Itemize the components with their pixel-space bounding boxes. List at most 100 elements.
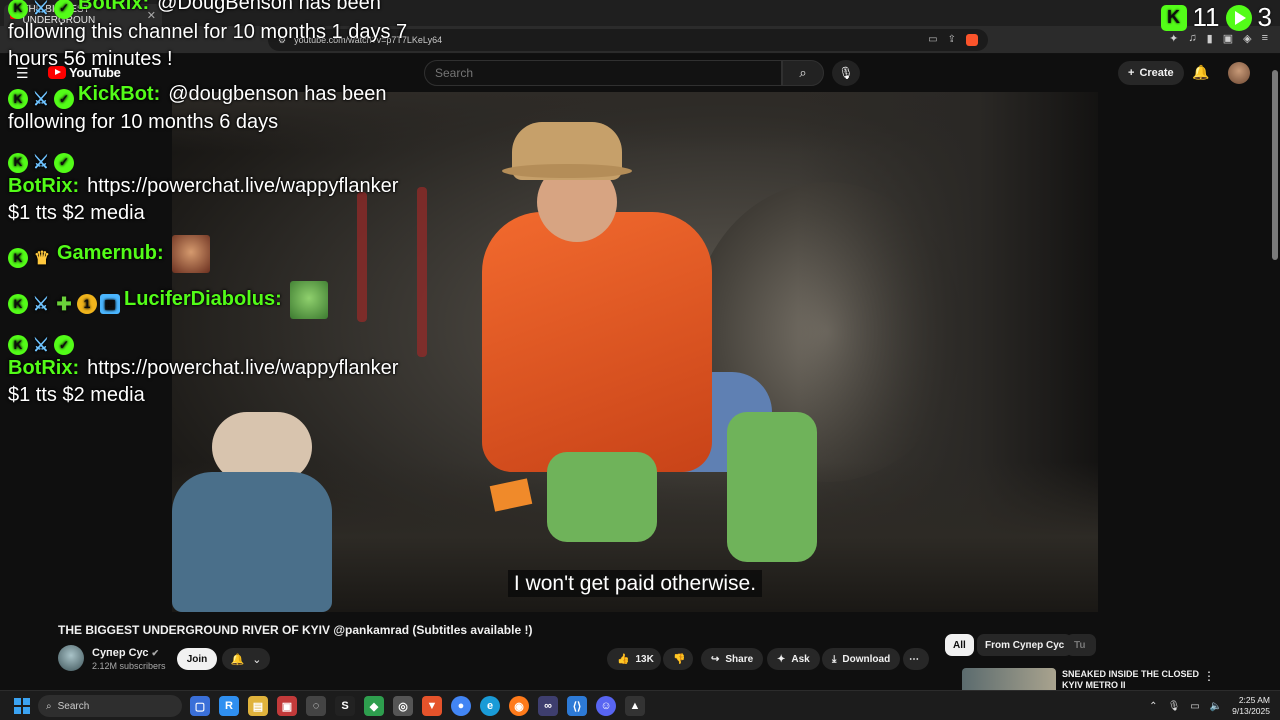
brave-shield-icon[interactable]: [966, 34, 978, 46]
ask-label: Ask: [791, 653, 810, 665]
chip-from-channel[interactable]: From Супер Сус: [977, 634, 1073, 656]
sword-badge-icon: ⚔: [32, 334, 50, 355]
channel-name-row[interactable]: Супер Сус ✔: [92, 647, 159, 659]
chat-username: BotRix:: [8, 174, 80, 197]
verified-badge-icon: ✓: [54, 0, 74, 19]
subscriber-badge-icon: 1: [77, 294, 97, 315]
system-clock[interactable]: 2:25 AM 9/13/2025: [1232, 695, 1270, 717]
scrollbar-thumb[interactable]: [1272, 70, 1278, 260]
more-icon: ⋯: [909, 653, 919, 665]
page-scrollbar[interactable]: [1270, 62, 1280, 690]
chip-all[interactable]: All: [945, 634, 974, 656]
app-icon[interactable]: R: [219, 696, 239, 716]
app-icon[interactable]: ▲: [625, 696, 645, 716]
create-button[interactable]: + Create: [1118, 61, 1184, 85]
notifications-bell-icon[interactable]: 🔔: [1192, 64, 1209, 81]
gem-badge-icon: ✚: [56, 293, 72, 314]
voice-search-button[interactable]: 🎙: [832, 60, 860, 86]
recommended-title[interactable]: SNEAKED INSIDE THE CLOSED KYIV METRO II: [1062, 669, 1202, 690]
more-actions-button[interactable]: ⋯: [903, 648, 929, 670]
app-icon[interactable]: S: [335, 696, 355, 716]
like-button[interactable]: 👍 13K: [607, 648, 661, 670]
sword-badge-icon: ⚔: [32, 88, 50, 109]
chip-more[interactable]: Tu: [1066, 634, 1096, 656]
emote-image: [171, 234, 210, 273]
taskbar-search[interactable]: ⌕ Search: [38, 695, 182, 717]
video-scene-boot: [727, 412, 817, 562]
vpn-icon[interactable]: ◈: [1243, 32, 1251, 45]
verified-badge-icon: ✓: [54, 89, 74, 109]
sword-badge-icon: ⚔: [32, 152, 50, 172]
graffiti-mark: [417, 187, 427, 357]
vscode-icon[interactable]: ⟨⟩: [567, 696, 587, 716]
dislike-button[interactable]: 👎: [663, 648, 693, 670]
firefox-icon[interactable]: ◉: [509, 696, 529, 716]
chat-username: BotRix:: [8, 357, 80, 379]
kick-badge-icon: K: [8, 294, 28, 315]
brave-browser-icon[interactable]: ▼: [422, 696, 442, 716]
chat-username: LuciferDiabolus:: [124, 287, 282, 310]
chat-message: K ⚔ ✓ KickBot: @dougbenson has been followin…: [8, 81, 408, 137]
wallet-icon[interactable]: ▣: [1223, 32, 1233, 45]
video-scene-hat-brim: [502, 164, 632, 178]
verified-badge-icon: ✓: [54, 335, 74, 355]
channel-name: Супер Сус: [92, 647, 149, 659]
chevron-up-icon[interactable]: ⌃: [1149, 701, 1157, 712]
windows-start-icon[interactable]: [14, 698, 30, 714]
kick-badge-icon: K: [8, 0, 28, 19]
download-label: Download: [842, 653, 891, 665]
app-icon[interactable]: ∞: [538, 696, 558, 716]
edge-icon[interactable]: e: [480, 696, 500, 716]
recommended-more-icon[interactable]: ⋮: [1203, 669, 1215, 683]
join-button[interactable]: Join: [177, 648, 217, 670]
app-icon[interactable]: ▣: [277, 696, 297, 716]
sword-badge-icon: ⚔: [32, 0, 50, 18]
windows-taskbar: ⌕ Search ▢ R ▤ ▣ ◌ S ◆ ◎ ▼ ● e ◉ ∞ ⟨⟩ ☺ …: [0, 690, 1280, 720]
sidebar-icon[interactable]: ▮: [1207, 32, 1213, 45]
clock-date: 9/13/2025: [1232, 706, 1270, 716]
volume-icon[interactable]: 🔈: [1210, 701, 1222, 712]
search-button[interactable]: ⌕: [782, 60, 824, 86]
music-icon[interactable]: ♫: [1188, 32, 1196, 45]
share-button[interactable]: ↪ Share: [701, 648, 764, 670]
network-icon[interactable]: ▭: [1190, 701, 1199, 712]
kick-badge-icon: K: [8, 152, 28, 173]
file-explorer-icon[interactable]: ▤: [248, 696, 268, 716]
video-subtitle: I won't get paid otherwise.: [172, 570, 1098, 597]
ask-button[interactable]: ✦ Ask: [767, 648, 820, 670]
account-avatar[interactable]: [1228, 62, 1250, 84]
chat-username: BotRix:: [78, 0, 150, 14]
download-button[interactable]: ⤓ Download: [822, 648, 901, 670]
share-icon: ↪: [711, 653, 720, 665]
screen: THE BIGGEST UNDERGROUN ✕ ⚙ youtube.com/w…: [0, 0, 1280, 720]
app-icon[interactable]: ◆: [364, 696, 384, 716]
app-icon[interactable]: ◌: [306, 696, 326, 716]
clock-time: 2:25 AM: [1238, 695, 1270, 705]
share-page-icon[interactable]: ⇪: [948, 34, 956, 46]
recommended-thumbnail[interactable]: [962, 668, 1056, 690]
discord-icon[interactable]: ☺: [596, 696, 616, 716]
crown-badge-icon: ♛: [33, 247, 51, 268]
task-view-icon[interactable]: ▢: [190, 696, 210, 716]
app-icon[interactable]: ◎: [393, 696, 413, 716]
chat-message: K ⚔ ✓ BotRix: https://powerchat.live/wappyfl…: [8, 327, 408, 410]
extensions-icon[interactable]: ✦: [1169, 32, 1178, 45]
verified-check-icon: ✔: [151, 648, 160, 658]
chrome-icon[interactable]: ●: [451, 696, 471, 716]
kick-badge-icon: K: [8, 335, 28, 355]
subscription-bell-button[interactable]: 🔔 ⌄: [222, 648, 270, 670]
chat-username: KickBot:: [78, 82, 161, 105]
menu-icon[interactable]: ≡: [1262, 32, 1268, 45]
kick-counter: K 11 3: [1160, 2, 1272, 33]
search-input[interactable]: [424, 60, 782, 86]
viewer-count: 3: [1257, 2, 1272, 32]
chat-message: K ♛ Gamernub:: [8, 234, 408, 273]
plus-icon: +: [1128, 67, 1135, 79]
kick-chat-overlay: K ⚔ ✓ BotRix: @DougBenson has been following…: [8, 0, 408, 417]
share-label: Share: [725, 653, 754, 665]
microphone-icon: 🎙: [838, 66, 854, 80]
channel-avatar[interactable]: [58, 645, 84, 671]
cast-icon[interactable]: ▭: [928, 34, 937, 46]
microphone-icon[interactable]: 🎙: [1168, 701, 1181, 712]
search-bar: ⌕: [424, 60, 824, 86]
